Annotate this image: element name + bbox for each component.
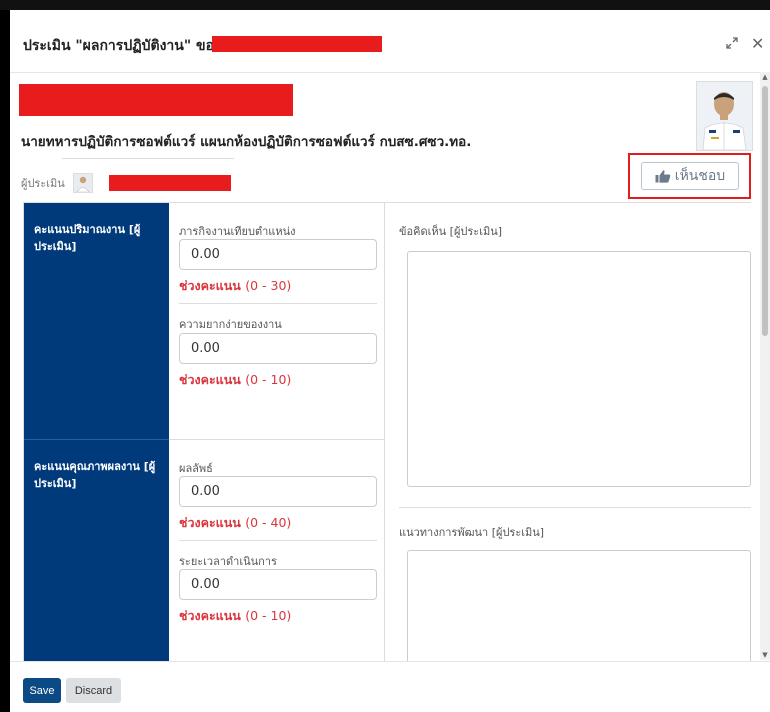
dialog-title: ประเมิน "ผลการปฏิบัติงาน" ของ [23, 35, 221, 57]
employee-photo [696, 81, 753, 151]
section-label-quality: คะแนนคุณภาพผลงาน [ผู้ประเมิน] [34, 460, 156, 490]
score-input-difficulty[interactable]: 0.00 [179, 333, 377, 364]
field-divider [179, 540, 377, 541]
range-value: (0 - 30) [245, 278, 292, 293]
evaluation-form: คะแนนปริมาณงาน [ผู้ประเมิน] คะแนนคุณภาพผ… [23, 202, 751, 663]
approve-button[interactable]: เห็นชอบ [641, 162, 739, 190]
dialog-title-text: ประเมิน "ผลการปฏิบัติงาน" ของ [23, 38, 221, 54]
evaluator-row: ผู้ประเมิน [21, 171, 231, 195]
score-range-difficulty: ช่วงคะแนน (0 - 10) [179, 370, 291, 390]
development-label: แนวทางการพัฒนา [ผู้ประเมิน] [399, 526, 545, 539]
range-label: ช่วงคะแนน [179, 372, 241, 387]
thumbs-up-icon [655, 170, 671, 183]
score-input-mission[interactable]: 0.00 [179, 239, 377, 270]
comments-textarea[interactable] [407, 251, 751, 487]
comments-column: ข้อคิดเห็น [ผู้ประเมิน] แนวทางการพัฒนา [… [384, 203, 751, 663]
range-label: ช่วงคะแนน [179, 608, 241, 623]
dialog-header: ประเมิน "ผลการปฏิบัติงาน" ของ ✕ [10, 10, 770, 73]
field-label-result: ผลลัพธ์ [179, 462, 213, 475]
expand-icon[interactable] [725, 36, 739, 54]
field-label-difficulty: ความยากง่ายของงาน [179, 318, 282, 331]
range-value: (0 - 10) [245, 372, 292, 387]
scroll-up-arrow-icon[interactable]: ▲ [760, 72, 770, 82]
section-divider [169, 439, 384, 440]
vertical-scrollbar[interactable]: ▲ ▼ [760, 72, 770, 660]
divider [62, 158, 234, 159]
score-input-result[interactable]: 0.00 [179, 476, 377, 507]
field-divider [179, 303, 377, 304]
comments-label: ข้อคิดเห็น [ผู้ประเมิน] [399, 225, 503, 238]
comments-divider [399, 507, 751, 508]
score-range-duration: ช่วงคะแนน (0 - 10) [179, 606, 291, 626]
field-label-mission: ภารกิจงานเทียบตำแหน่ง [179, 225, 296, 238]
scroll-down-arrow-icon[interactable]: ▼ [760, 650, 770, 660]
score-fields-column: ภารกิจงานเทียบตำแหน่ง 0.00 ช่วงคะแนน (0 … [169, 203, 385, 663]
save-button[interactable]: Save [23, 678, 61, 703]
discard-button[interactable]: Discard [66, 678, 121, 703]
range-value: (0 - 40) [245, 515, 292, 530]
field-label-duration: ระยะเวลาดำเนินการ [179, 555, 277, 568]
section-label-quantity: คะแนนปริมาณงาน [ผู้ประเมิน] [34, 223, 141, 253]
section-label-column: คะแนนปริมาณงาน [ผู้ประเมิน] คะแนนคุณภาพผ… [24, 203, 169, 663]
evaluator-avatar [72, 173, 93, 193]
range-value: (0 - 10) [245, 608, 292, 623]
score-range-result: ช่วงคะแนน (0 - 40) [179, 513, 291, 533]
development-textarea[interactable] [407, 550, 751, 663]
redacted-evaluator-name [108, 175, 231, 191]
range-label: ช่วงคะแนน [179, 278, 241, 293]
like-button-highlight: เห็นชอบ [628, 153, 751, 199]
score-input-duration[interactable]: 0.00 [179, 569, 377, 600]
evaluation-dialog: ประเมิน "ผลการปฏิบัติงาน" ของ ✕ ▲ ▼ นายท… [10, 10, 770, 712]
score-range-mission: ช่วงคะแนน (0 - 30) [179, 276, 291, 296]
scrollbar-thumb[interactable] [762, 86, 768, 336]
redacted-employee-name [212, 36, 382, 52]
dialog-footer: Save Discard [10, 661, 770, 712]
evaluator-label: ผู้ประเมิน [21, 177, 65, 190]
employee-position: นายทหารปฏิบัติการซอฟต์แวร์ แผนกห้องปฏิบั… [21, 134, 472, 150]
redacted-employee-fullname [19, 84, 293, 116]
approve-button-label: เห็นชอบ [674, 168, 726, 184]
background-strip [0, 0, 770, 10]
range-label: ช่วงคะแนน [179, 515, 241, 530]
close-icon[interactable]: ✕ [751, 34, 764, 53]
section-divider [24, 439, 169, 440]
